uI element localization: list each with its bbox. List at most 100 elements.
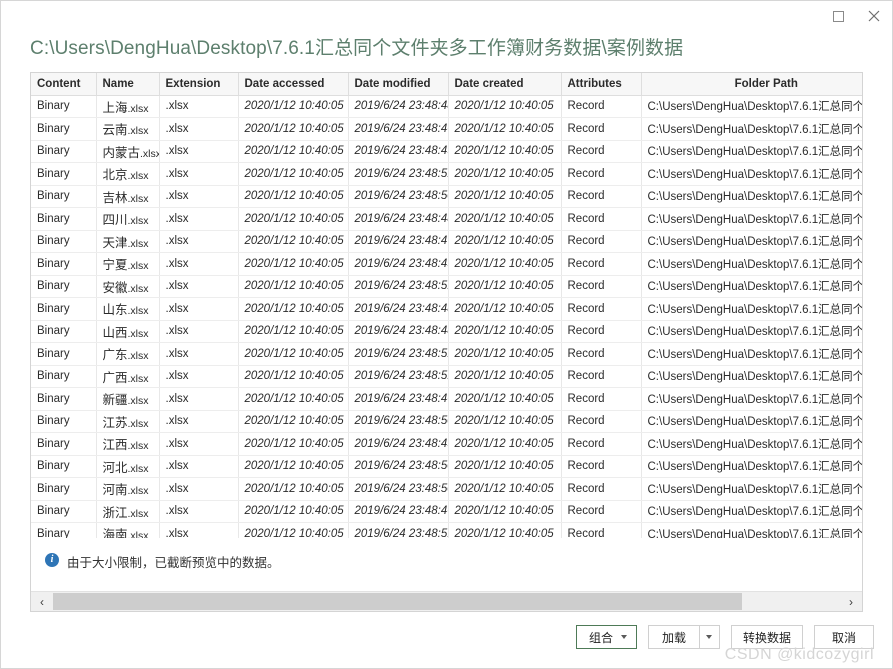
grid-scroll-area[interactable]: Content Name Extension Date accessed Dat…: [31, 73, 862, 538]
column-header-date-accessed[interactable]: Date accessed: [238, 73, 349, 96]
table-row[interactable]: Binary 四川.xlsx .xlsx 2020/1/12 10:40:05 2019…: [31, 207, 862, 231]
scrollbar-track[interactable]: [53, 592, 840, 611]
horizontal-scrollbar[interactable]: ‹ ›: [31, 591, 862, 611]
table-row[interactable]: Binary 河北.xlsx .xlsx 2020/1/12 10:40:05 2019…: [31, 455, 862, 478]
table-row[interactable]: Binary 广西.xlsx .xlsx 2020/1/12 10:40:05 2019…: [31, 365, 862, 388]
cell-date-accessed: 2020/1/12 10:40:05: [238, 387, 349, 411]
table-row[interactable]: Binary 内蒙古.xlsx .xlsx 2020/1/12 10:40:05 201…: [31, 140, 862, 163]
page-title: C:\Users\DengHua\Desktop\7.6.1汇总同个文件夹多工作…: [30, 38, 684, 59]
table-header-row: Content Name Extension Date accessed Dat…: [31, 73, 862, 96]
column-header-attributes[interactable]: Attributes: [561, 73, 642, 96]
cell-extension: .xlsx: [159, 275, 239, 298]
load-dropdown-toggle[interactable]: [698, 625, 720, 649]
column-header-date-created[interactable]: Date created: [448, 73, 562, 96]
truncation-notice: i 由于大小限制，已截断预览中的数据。: [31, 538, 862, 591]
cell-date-created: 2020/1/12 10:40:05: [448, 117, 562, 141]
close-icon[interactable]: [856, 3, 892, 29]
load-button-label[interactable]: 加载: [647, 625, 699, 649]
cell-date-modified: 2019/6/24 23:48:48: [348, 207, 449, 231]
cell-attributes: Record: [561, 342, 642, 366]
scroll-left-icon[interactable]: ‹: [31, 592, 53, 611]
table-row[interactable]: Binary 云南.xlsx .xlsx 2020/1/12 10:40:05 2019…: [31, 117, 862, 141]
file-table: Content Name Extension Date accessed Dat…: [31, 73, 862, 538]
cell-date-accessed: 2020/1/12 10:40:05: [238, 365, 349, 388]
cell-date-accessed: 2020/1/12 10:40:05: [238, 185, 349, 208]
cell-folder-path: C:\Users\DengHua\Desktop\7.6.1汇总同个: [641, 230, 862, 253]
cell-date-created: 2020/1/12 10:40:05: [448, 320, 562, 343]
cell-date-accessed: 2020/1/12 10:40:05: [238, 207, 349, 231]
combine-button[interactable]: 组合: [575, 625, 637, 649]
cell-date-modified: 2019/6/24 23:48:48: [348, 320, 449, 343]
cell-date-created: 2020/1/12 10:40:05: [448, 185, 562, 208]
watermark: CSDN @kidcozygirl: [724, 646, 874, 663]
cell-extension: .xlsx: [159, 185, 239, 208]
cell-extension: .xlsx: [159, 500, 239, 523]
cell-content: Binary: [31, 252, 97, 276]
chevron-down-icon: [620, 635, 627, 639]
cell-attributes: Record: [561, 162, 642, 186]
table-row[interactable]: Binary 新疆.xlsx .xlsx 2020/1/12 10:40:05 2019…: [31, 387, 862, 411]
cell-date-modified: 2019/6/24 23:48:50: [348, 455, 449, 478]
cell-folder-path: C:\Users\DengHua\Desktop\7.6.1汇总同个: [641, 117, 862, 141]
table-row[interactable]: Binary 安徽.xlsx .xlsx 2020/1/12 10:40:05 2019…: [31, 275, 862, 298]
table-row[interactable]: Binary 江苏.xlsx .xlsx 2020/1/12 10:40:05 2019…: [31, 410, 862, 433]
table-row[interactable]: Binary 上海.xlsx .xlsx 2020/1/12 10:40:05 2019…: [31, 95, 862, 118]
column-header-content[interactable]: Content: [31, 73, 97, 96]
cell-date-modified: 2019/6/24 23:48:49: [348, 252, 449, 276]
cell-extension: .xlsx: [159, 252, 239, 276]
cell-extension: .xlsx: [159, 95, 239, 118]
table-row[interactable]: Binary 山东.xlsx .xlsx 2020/1/12 10:40:05 2019…: [31, 297, 862, 321]
cell-date-created: 2020/1/12 10:40:05: [448, 252, 562, 276]
scroll-right-icon[interactable]: ›: [840, 592, 862, 611]
cell-date-modified: 2019/6/24 23:48:47: [348, 230, 449, 253]
cell-date-created: 2020/1/12 10:40:05: [448, 297, 562, 321]
cell-date-accessed: 2020/1/12 10:40:05: [238, 500, 349, 523]
table-row[interactable]: Binary 宁夏.xlsx .xlsx 2020/1/12 10:40:05 2019…: [31, 252, 862, 276]
table-row[interactable]: Binary 吉林.xlsx .xlsx 2020/1/12 10:40:05 2019…: [31, 185, 862, 208]
cell-date-modified: 2019/6/24 23:48:48: [348, 95, 449, 118]
column-header-date-modified[interactable]: Date modified: [348, 73, 449, 96]
column-header-folder-path[interactable]: Folder Path: [641, 73, 862, 96]
table-row[interactable]: Binary 山西.xlsx .xlsx 2020/1/12 10:40:05 2019…: [31, 320, 862, 343]
cell-name: 浙江.xlsx: [96, 500, 160, 523]
cell-content: Binary: [31, 477, 97, 501]
table-row[interactable]: Binary 浙江.xlsx .xlsx 2020/1/12 10:40:05 2019…: [31, 500, 862, 523]
cell-content: Binary: [31, 522, 97, 538]
cell-folder-path: C:\Users\DengHua\Desktop\7.6.1汇总同个: [641, 162, 862, 186]
table-row[interactable]: Binary 海南.xlsx .xlsx 2020/1/12 10:40:05 2019…: [31, 522, 862, 538]
maximize-icon[interactable]: [820, 3, 856, 29]
table-row[interactable]: Binary 河南.xlsx .xlsx 2020/1/12 10:40:05 2019…: [31, 477, 862, 501]
cell-date-modified: 2019/6/24 23:48:51: [348, 522, 449, 538]
cell-content: Binary: [31, 500, 97, 523]
cell-date-accessed: 2020/1/12 10:40:05: [238, 297, 349, 321]
table-row[interactable]: Binary 江西.xlsx .xlsx 2020/1/12 10:40:05 2019…: [31, 432, 862, 456]
cell-content: Binary: [31, 117, 97, 141]
cell-date-accessed: 2020/1/12 10:40:05: [238, 162, 349, 186]
cell-extension: .xlsx: [159, 140, 239, 163]
table-row[interactable]: Binary 北京.xlsx .xlsx 2020/1/12 10:40:05 2019…: [31, 162, 862, 186]
cell-name: 广西.xlsx: [96, 365, 160, 388]
column-header-name[interactable]: Name: [96, 73, 160, 96]
table-row[interactable]: Binary 广东.xlsx .xlsx 2020/1/12 10:40:05 2019…: [31, 342, 862, 366]
info-icon: i: [45, 553, 59, 567]
cell-name: 吉林.xlsx: [96, 185, 160, 208]
table-row[interactable]: Binary 天津.xlsx .xlsx 2020/1/12 10:40:05 2019…: [31, 230, 862, 253]
cell-date-accessed: 2020/1/12 10:40:05: [238, 432, 349, 456]
cell-content: Binary: [31, 342, 97, 366]
cell-date-modified: 2019/6/24 23:48:50: [348, 477, 449, 501]
cell-attributes: Record: [561, 117, 642, 141]
cell-folder-path: C:\Users\DengHua\Desktop\7.6.1汇总同个: [641, 410, 862, 433]
cell-folder-path: C:\Users\DengHua\Desktop\7.6.1汇总同个: [641, 297, 862, 321]
cell-content: Binary: [31, 95, 97, 118]
cell-name: 北京.xlsx: [96, 162, 160, 186]
load-button[interactable]: 加载: [647, 625, 720, 649]
cell-attributes: Record: [561, 410, 642, 433]
cell-date-created: 2020/1/12 10:40:05: [448, 95, 562, 118]
cell-extension: .xlsx: [159, 455, 239, 478]
cell-name: 天津.xlsx: [96, 230, 160, 253]
cell-date-modified: 2019/6/24 23:48:51: [348, 162, 449, 186]
cell-extension: .xlsx: [159, 117, 239, 141]
scrollbar-thumb[interactable]: [53, 593, 742, 610]
column-header-extension[interactable]: Extension: [159, 73, 239, 96]
cell-folder-path: C:\Users\DengHua\Desktop\7.6.1汇总同个: [641, 477, 862, 501]
